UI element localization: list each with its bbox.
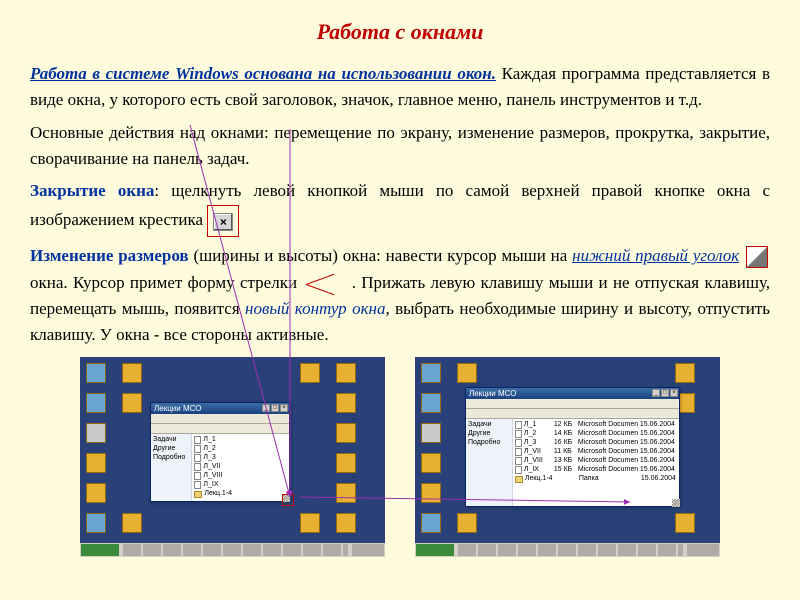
desktop-icon <box>86 363 106 383</box>
desktop-icon <box>86 453 106 473</box>
file-item: Лекц.1-4 <box>194 490 287 499</box>
maximize-icon: □ <box>661 389 669 397</box>
document-icon <box>194 436 201 444</box>
file-list-detail: Л_112 КБMicrosoft Document15.06.2004 Л_2… <box>513 419 679 506</box>
paragraph-resize: Изменение размеров (ширины и высоты) окн… <box>30 243 770 348</box>
explorer-window-large: Лекции МСО _ □ × Задачи Другие Подробно … <box>465 387 680 507</box>
file-list: Л_1 Л_2 Л_3 Л_VII Л_VIII Л_IX Лекц.1-4 <box>192 434 289 501</box>
desktop-icon <box>421 423 441 443</box>
document-icon <box>515 448 522 456</box>
resize-handle-icon <box>746 246 768 268</box>
desktop-icon <box>457 363 477 383</box>
desktop-icon <box>336 363 356 383</box>
window-toolbar <box>151 424 289 434</box>
desktop-icon <box>421 453 441 473</box>
close-icon: × <box>670 389 678 397</box>
start-button <box>416 544 454 556</box>
paragraph-actions: Основные действия над окнами: перемещени… <box>30 120 770 173</box>
file-row: Лекц.1-4Папка15.06.2004 <box>515 475 677 484</box>
taskbar <box>415 543 720 557</box>
screenshot-before: Лекции МСО _ □ × Задачи Другие Подробно … <box>80 357 385 557</box>
desktop-icon <box>421 483 441 503</box>
desktop-icon <box>421 513 441 533</box>
window-body: Задачи Другие Подробно Л_1 Л_2 Л_3 Л_VII… <box>151 434 289 501</box>
desktop-icon <box>86 513 106 533</box>
document-icon <box>194 445 201 453</box>
window-title: Лекции МСО <box>154 404 201 413</box>
desktop-icon <box>86 423 106 443</box>
window-menubar <box>151 414 289 424</box>
document-icon <box>515 457 522 465</box>
desktop-icon <box>457 513 477 533</box>
desktop-icon <box>122 393 142 413</box>
document-icon <box>515 421 522 429</box>
contour-phrase: новый контур окна <box>245 299 385 318</box>
side-link: Подробно <box>153 454 189 463</box>
window-side-panel: Задачи Другие Подробно <box>466 419 513 506</box>
document-icon <box>515 466 522 474</box>
window-title: Лекции МСО <box>469 389 516 398</box>
system-tray <box>352 544 384 556</box>
document-icon <box>194 454 201 462</box>
explorer-window-small: Лекции МСО _ □ × Задачи Другие Подробно … <box>150 402 290 502</box>
resize-text-b: окна. Курсор примет форму стрелки <box>30 273 302 292</box>
window-buttons: _ □ × <box>262 404 288 412</box>
diagonal-arrow-icon <box>306 277 342 291</box>
document-icon <box>515 430 522 438</box>
close-button-callout: × <box>207 205 239 237</box>
desktop-icon <box>122 513 142 533</box>
document-icon <box>194 481 201 489</box>
lead-sentence: Работа в системе Windows основана на исп… <box>30 64 496 83</box>
resize-text-a: (ширины и высоты) окна: навести курсор м… <box>189 246 573 265</box>
callout-box <box>282 494 294 506</box>
resize-label: Изменение размеров <box>30 246 189 265</box>
corner-phrase: нижний правый уголок <box>572 246 739 265</box>
window-buttons: _ □ × <box>652 389 678 397</box>
desktop-icon <box>336 483 356 503</box>
window-toolbar <box>466 409 679 419</box>
folder-icon <box>194 491 202 498</box>
folder-icon <box>515 476 523 483</box>
desktop-icon <box>336 513 356 533</box>
desktop-icon <box>421 393 441 413</box>
document-icon <box>515 439 522 447</box>
desktop-icon <box>86 483 106 503</box>
paragraph-close: Закрытие окна: щелкнуть левой кнопкой мы… <box>30 178 770 237</box>
close-label: Закрытие окна <box>30 181 154 200</box>
screenshot-after: Лекции МСО _ □ × Задачи Другие Подробно … <box>415 357 720 557</box>
window-body: Задачи Другие Подробно Л_112 КБMicrosoft… <box>466 419 679 506</box>
document-icon <box>194 463 201 471</box>
desktop-icon <box>300 363 320 383</box>
window-menubar <box>466 399 679 409</box>
desktop-icon <box>86 393 106 413</box>
side-link: Подробно <box>468 439 510 448</box>
desktop-icon <box>421 363 441 383</box>
system-tray <box>687 544 719 556</box>
maximize-icon: □ <box>271 404 279 412</box>
window-side-panel: Задачи Другие Подробно <box>151 434 192 501</box>
desktop-icon <box>336 423 356 443</box>
window-titlebar: Лекции МСО _ □ × <box>466 388 679 399</box>
desktop-icon <box>300 513 320 533</box>
desktop-icon <box>122 363 142 383</box>
minimize-icon: _ <box>262 404 270 412</box>
taskbar-tasks <box>458 544 683 556</box>
taskbar-tasks <box>123 544 348 556</box>
desktop-icon <box>336 453 356 473</box>
window-titlebar: Лекции МСО _ □ × <box>151 403 289 414</box>
paragraph-intro: Работа в системе Windows основана на исп… <box>30 61 770 114</box>
close-icon: × <box>280 404 288 412</box>
start-button <box>81 544 119 556</box>
desktop-icon <box>675 363 695 383</box>
close-icon: × <box>213 213 233 231</box>
desktop-icon <box>336 393 356 413</box>
resize-handle <box>672 499 680 507</box>
document-icon <box>194 472 201 480</box>
taskbar <box>80 543 385 557</box>
slide-title: Работа с окнами <box>30 15 770 49</box>
screenshots-row: Лекции МСО _ □ × Задачи Другие Подробно … <box>30 357 770 557</box>
desktop-icon <box>675 513 695 533</box>
minimize-icon: _ <box>652 389 660 397</box>
